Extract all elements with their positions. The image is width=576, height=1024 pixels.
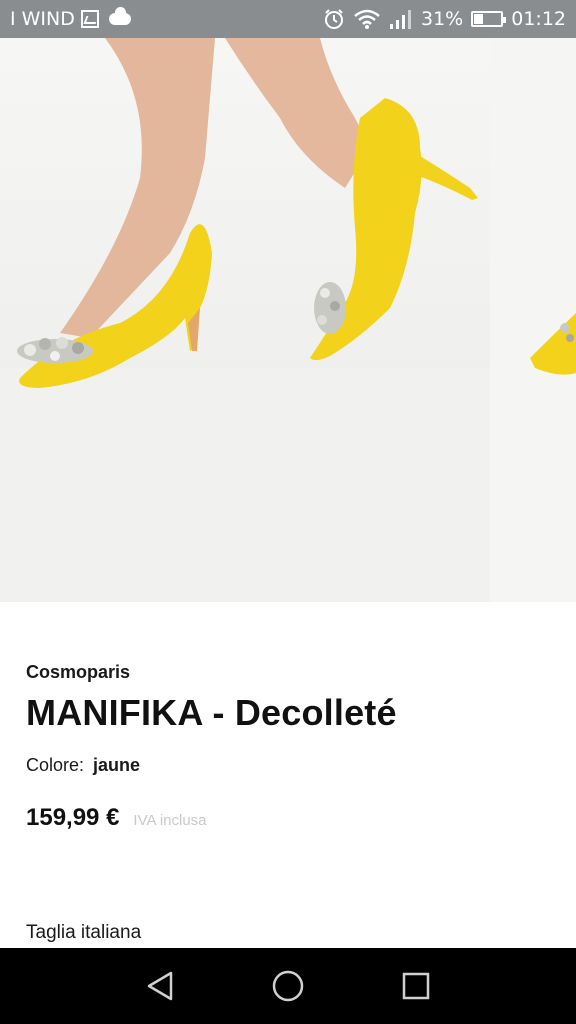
recents-icon (402, 972, 430, 1000)
home-button[interactable] (268, 968, 308, 1004)
battery-icon (471, 11, 507, 27)
product-info: Cosmoparis MANIFIKA - Decolleté Colore: … (0, 602, 576, 948)
color-label: Colore: (26, 755, 85, 775)
color-value: jaune (93, 755, 141, 775)
product-image-main[interactable] (0, 38, 490, 602)
next-shoe-photo (530, 313, 576, 375)
product-image-next-peek[interactable] (490, 38, 576, 602)
status-bar-left: I WIND (10, 7, 131, 30)
product-image-gallery[interactable] (0, 38, 576, 602)
product-title: MANIFIKA - Decolleté (26, 692, 397, 733)
home-icon (272, 970, 304, 1002)
color-row: Colore: jaune (26, 755, 140, 776)
price-row: 159,99 € IVA inclusa (26, 804, 207, 832)
jewel-right (314, 282, 346, 334)
clock: 01:12 (511, 8, 566, 30)
carrier-label: I WIND (10, 8, 75, 30)
alarm-icon (325, 9, 343, 29)
shoe-photo (0, 38, 490, 602)
cloud-icon (108, 7, 131, 25)
signal-icon (390, 10, 411, 29)
battery-level-fill (474, 14, 483, 24)
brand-name[interactable]: Cosmoparis (26, 662, 130, 683)
battery-percent: 31% (421, 8, 464, 30)
back-button[interactable] (140, 968, 180, 1004)
image-icon (80, 10, 99, 28)
status-bar: I WIND 31% 01:12 (0, 0, 576, 38)
status-bar-right: 31% 01:12 (323, 8, 566, 30)
navigation-bar (0, 948, 576, 1024)
back-icon (147, 971, 173, 1001)
wifi-icon (354, 9, 380, 29)
vat-note: IVA inclusa (133, 812, 207, 829)
recents-button[interactable] (396, 968, 436, 1004)
price: 159,99 € (26, 804, 120, 831)
size-label: Taglia italiana (26, 922, 142, 943)
